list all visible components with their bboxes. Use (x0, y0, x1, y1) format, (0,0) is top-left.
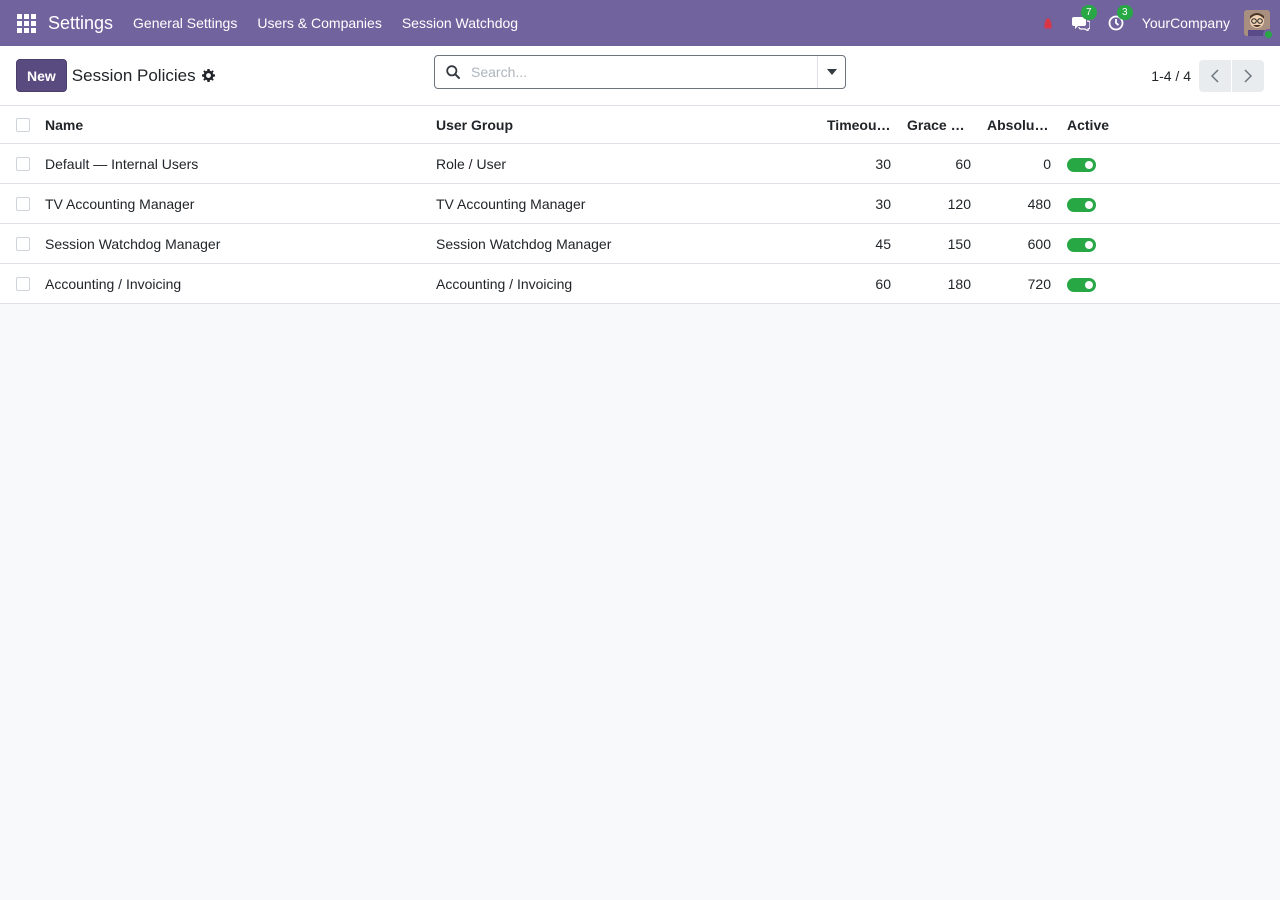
cell-timeout[interactable]: 60 (819, 276, 899, 292)
column-header-user-group[interactable]: User Group (428, 117, 819, 133)
cell-active (1059, 235, 1139, 252)
systray: 7 3 YourCompany (1024, 5, 1274, 40)
menu-general-settings[interactable]: General Settings (133, 15, 237, 31)
cell-name[interactable]: Accounting / Invoicing (37, 276, 428, 292)
online-status-icon (1263, 29, 1274, 40)
chevron-right-icon (1244, 69, 1252, 83)
caret-down-icon (826, 69, 837, 75)
row-select-cell (0, 196, 37, 211)
row-checkbox[interactable] (16, 196, 30, 211)
cell-absolute[interactable]: 0 (979, 156, 1059, 172)
new-button[interactable]: New (16, 59, 67, 92)
menu-users-companies[interactable]: Users & Companies (257, 15, 382, 31)
cell-absolute[interactable]: 480 (979, 196, 1059, 212)
session-policies-list: Name User Group Timeout ... Grace S... A… (0, 106, 1280, 304)
cell-name[interactable]: Session Watchdog Manager (37, 236, 428, 252)
table-row[interactable]: Accounting / Invoicing Accounting / Invo… (0, 264, 1280, 304)
select-all-cell (0, 117, 37, 132)
user-avatar[interactable] (1244, 10, 1274, 40)
search-icon (435, 65, 465, 79)
cell-timeout[interactable]: 30 (819, 156, 899, 172)
cell-grace[interactable]: 150 (899, 236, 979, 252)
cell-name[interactable]: Default — Internal Users (37, 156, 428, 172)
menu-session-watchdog[interactable]: Session Watchdog (402, 15, 518, 31)
select-all-checkbox[interactable] (16, 117, 30, 132)
column-header-absolute[interactable]: Absolute... (979, 117, 1059, 133)
activities-count-badge: 3 (1116, 5, 1133, 20)
cell-grace[interactable]: 180 (899, 276, 979, 292)
company-switcher[interactable]: YourCompany (1142, 15, 1230, 31)
alert-icon[interactable] (1042, 17, 1054, 29)
control-panel: New Session Policies 1-4 / 4 (0, 46, 1280, 106)
pager-value[interactable]: 1-4 / 4 (1151, 68, 1191, 84)
page-title: Session Policies (71, 65, 196, 85)
cell-timeout[interactable]: 30 (819, 196, 899, 212)
active-toggle[interactable] (1067, 197, 1096, 212)
cell-user-group[interactable]: Session Watchdog Manager (428, 236, 819, 252)
search-bar (434, 55, 846, 89)
cell-name[interactable]: TV Accounting Manager (37, 196, 428, 212)
row-checkbox[interactable] (16, 276, 30, 291)
column-header-timeout[interactable]: Timeout ... (819, 117, 899, 133)
top-navbar: Settings General Settings Users & Compan… (0, 0, 1280, 46)
cell-user-group[interactable]: Role / User (428, 156, 819, 172)
table-row[interactable]: Session Watchdog Manager Session Watchdo… (0, 224, 1280, 264)
cell-user-group[interactable]: TV Accounting Manager (428, 196, 819, 212)
cell-active (1059, 195, 1139, 212)
cell-grace[interactable]: 60 (899, 156, 979, 172)
search-options-toggle[interactable] (817, 56, 845, 88)
table-row[interactable]: TV Accounting Manager TV Accounting Mana… (0, 184, 1280, 224)
table-header: Name User Group Timeout ... Grace S... A… (0, 106, 1280, 144)
activities-icon[interactable]: 3 (1108, 5, 1133, 31)
row-select-cell (0, 276, 37, 291)
chevron-left-icon (1211, 69, 1219, 83)
messages-count-badge: 7 (1080, 5, 1097, 20)
row-checkbox[interactable] (16, 156, 30, 171)
search-input[interactable] (465, 56, 817, 88)
row-checkbox[interactable] (16, 236, 30, 251)
active-toggle[interactable] (1067, 157, 1096, 172)
pager: 1-4 / 4 (1151, 60, 1264, 92)
cell-active (1059, 155, 1139, 172)
active-toggle[interactable] (1067, 237, 1096, 252)
cell-absolute[interactable]: 600 (979, 236, 1059, 252)
messages-icon[interactable]: 7 (1071, 5, 1097, 31)
row-select-cell (0, 236, 37, 251)
active-toggle[interactable] (1067, 277, 1096, 292)
column-header-grace[interactable]: Grace S... (899, 117, 979, 133)
row-select-cell (0, 156, 37, 171)
pager-next-button[interactable] (1232, 60, 1264, 92)
cell-grace[interactable]: 120 (899, 196, 979, 212)
cell-active (1059, 275, 1139, 292)
pager-previous-button[interactable] (1199, 60, 1231, 92)
app-menu-icon[interactable] (16, 13, 36, 33)
cell-user-group[interactable]: Accounting / Invoicing (428, 276, 819, 292)
cell-timeout[interactable]: 45 (819, 236, 899, 252)
column-header-name[interactable]: Name (37, 117, 428, 133)
gear-icon[interactable] (201, 69, 215, 82)
table-row[interactable]: Default — Internal Users Role / User 30 … (0, 144, 1280, 184)
app-name[interactable]: Settings (48, 13, 113, 34)
column-header-active[interactable]: Active (1059, 117, 1139, 133)
cell-absolute[interactable]: 720 (979, 276, 1059, 292)
